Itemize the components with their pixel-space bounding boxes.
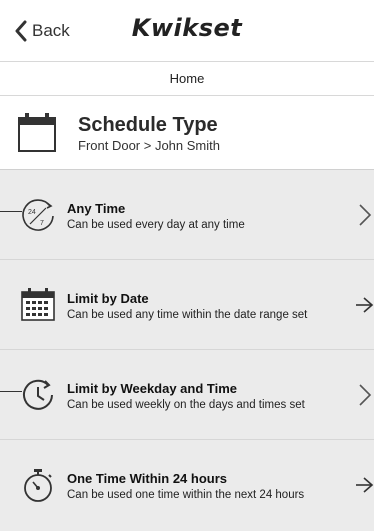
option-any-time[interactable]: 24 7 Any Time Can be used every day at a…	[0, 170, 374, 260]
home-tab[interactable]: Home	[0, 62, 374, 96]
option-limit-by-date[interactable]: Limit by Date Can be used any time withi…	[0, 260, 374, 350]
schedule-option-list: 24 7 Any Time Can be used every day at a…	[0, 170, 374, 531]
svg-text:24: 24	[28, 209, 36, 216]
option-title: Limit by Date	[67, 291, 149, 306]
option-description: Can be used any time within the date ran…	[67, 309, 308, 321]
option-title: Any Time	[67, 201, 126, 216]
option-title: One Time Within 24 hours	[67, 471, 227, 486]
leader-line	[0, 211, 22, 212]
clock-icon	[23, 379, 53, 410]
option-limit-by-weekday-and-time[interactable]: Limit by Weekday and Time Can be used we…	[0, 350, 374, 440]
chevron-right-icon	[359, 204, 372, 226]
leader-line	[0, 391, 22, 392]
page-subtitle: Front Door > John Smith	[78, 138, 220, 153]
24-7-clock-icon: 24 7	[22, 199, 54, 231]
arrow-right-icon	[356, 477, 374, 493]
chevron-right-icon	[359, 384, 372, 406]
page-title: Schedule Type	[78, 114, 218, 136]
option-title: Limit by Weekday and Time	[67, 381, 238, 396]
home-tab-label: Home	[169, 71, 205, 86]
svg-text:7: 7	[40, 220, 44, 227]
stopwatch-icon	[24, 469, 52, 502]
option-description: Can be used one time within the next 24 …	[67, 489, 305, 501]
option-description: Can be used weekly on the days and times…	[67, 399, 305, 411]
option-one-time-within-24-hours[interactable]: One Time Within 24 hours Can be used one…	[0, 440, 374, 530]
calendar-icon	[18, 113, 56, 152]
calendar-grid-icon	[21, 288, 55, 321]
option-description: Can be used every day at any time	[67, 219, 245, 231]
arrow-right-icon	[356, 297, 374, 313]
brand-logo: Kwikset	[131, 14, 243, 42]
top-navigation-bar: Back Kwikset	[0, 0, 374, 62]
schedule-type-header: Schedule Type Front Door > John Smith	[0, 96, 374, 170]
